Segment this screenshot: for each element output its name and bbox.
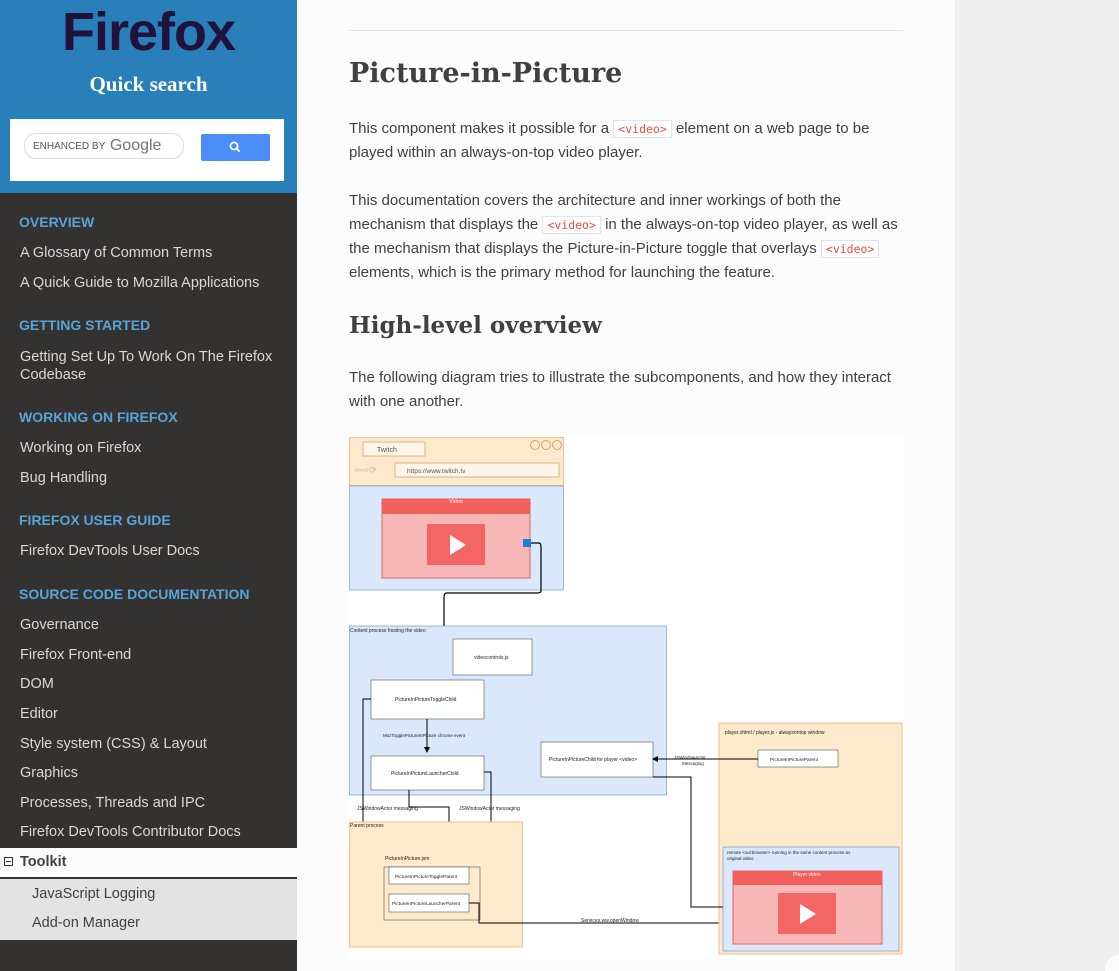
pip-parent-label: PictureInPictureParent: [770, 757, 819, 763]
launcher-parent-label: PictureInPictureLauncherParent: [392, 901, 461, 907]
nav-item-working-on-firefox[interactable]: Working on Firefox: [20, 439, 141, 457]
inline-code-video-3: <video>: [820, 240, 880, 258]
search-form: ENHANCED BY Google: [10, 119, 284, 181]
toolkit-subnav: JavaScript Logging Add-on Manager: [0, 879, 297, 940]
intro-paragraph: This component makes it possible for a <…: [349, 117, 909, 165]
nav-item-graphics[interactable]: Graphics: [20, 764, 78, 782]
moz-event-label: MozTogglePictureInPicture chrome event: [383, 733, 466, 738]
sidebar-header: Firefox Quick search ENHANCED BY Google: [0, 0, 297, 193]
messaging-label-2: JSWindowActor messaging: [459, 806, 520, 812]
subnav-item-javascript-logging[interactable]: JavaScript Logging: [32, 886, 155, 902]
nav-item-glossary[interactable]: A Glossary of Common Terms: [20, 244, 212, 262]
inline-code-video: <video>: [613, 120, 672, 138]
search-icon: [229, 141, 241, 153]
firefox-logo[interactable]: Firefox: [0, 0, 297, 64]
caption-overview: OVERVIEW: [19, 214, 95, 230]
caption-working-on-firefox: WORKING ON FIREFOX: [19, 409, 178, 425]
nav-item-toolkit-current[interactable]: Toolkit: [0, 848, 297, 877]
architecture-paragraph: This documentation covers the architectu…: [349, 189, 909, 285]
nav-item-style-system[interactable]: Style system (CSS) & Layout: [20, 735, 207, 753]
caption-user-guide: FIREFOX USER GUIDE: [19, 512, 171, 528]
open-window-label: Services.ww.openWindow: [581, 918, 639, 924]
page-title: Picture-in-Picture: [349, 58, 623, 89]
player-window-label: player.xhtml / player.js - alwaysontop w…: [725, 730, 825, 736]
launcher-child-label: PictureInPictureLauncherChild: [391, 771, 459, 777]
quick-search-heading: Quick search: [89, 72, 208, 96]
player-video-label: Player video: [793, 872, 821, 878]
remote-browser-label-b: original video: [727, 856, 754, 861]
nav-item-toolkit-label: Toolkit: [20, 854, 67, 870]
diagram-svg: Twitch ⇦⇨⟳ https://www.twitch.tv Video C…: [349, 437, 903, 955]
child-for-player-label: PictureInPictureChild for player <video>: [549, 757, 637, 763]
search-button[interactable]: [201, 134, 270, 161]
toggle-child-label: PictureInPictureToggleChild: [395, 697, 457, 703]
arch-text-c: elements, which is the primary method fo…: [349, 264, 776, 281]
video-label: Video: [449, 499, 463, 505]
nav-item-getting-set-up[interactable]: Getting Set Up To Work On The Firefox Co…: [20, 348, 285, 384]
diagram-intro-paragraph: The following diagram tries to illustrat…: [349, 369, 891, 410]
content-process-label: Content process hosting the video: [350, 628, 426, 634]
nav-item-processes[interactable]: Processes, Threads and IPC: [20, 794, 205, 812]
inline-code-video-2: <video>: [542, 216, 601, 234]
nav-item-front-end[interactable]: Firefox Front-end: [20, 646, 131, 664]
search-input[interactable]: ENHANCED BY Google: [24, 133, 184, 159]
sidebar: Firefox Quick search ENHANCED BY Google …: [0, 0, 297, 971]
nav-item-editor[interactable]: Editor: [20, 705, 58, 723]
nav-item-dom[interactable]: DOM: [20, 675, 54, 693]
nav-item-quick-guide[interactable]: A Quick Guide to Mozilla Applications: [20, 274, 259, 292]
nav-arrows-icon: ⇦⇨⟳: [354, 465, 377, 475]
parent-process-label: Parent process: [350, 823, 384, 829]
videocontrols-label: videocontrols.js: [474, 655, 509, 661]
nav-item-devtools-contributor[interactable]: Firefox DevTools Contributor Docs: [20, 823, 241, 841]
pip-jsm-label: PictureInPicture.jsm: [385, 856, 429, 862]
collapse-icon[interactable]: [4, 857, 13, 866]
caption-getting-started: GETTING STARTED: [19, 317, 151, 333]
architecture-diagram: Twitch ⇦⇨⟳ https://www.twitch.tv Video C…: [349, 437, 903, 959]
toggle-parent-label: PictureInPictureToggleParent: [395, 874, 458, 880]
caption-source-code: SOURCE CODE DOCUMENTATION: [19, 586, 250, 602]
section-heading-overview: High-level overview: [349, 312, 602, 339]
remote-browser-label-a: remote <xul:browser> running in the same…: [727, 850, 851, 855]
google-wordmark: Google: [109, 137, 162, 154]
messaging-label-3b: Messaging: [682, 761, 704, 766]
messaging-label-3a: JSWindowActor: [674, 755, 706, 760]
intro-text-a: This component makes it possible for a: [349, 120, 614, 137]
url-text: https://www.twitch.tv: [407, 468, 466, 475]
enhanced-by-label: ENHANCED BY: [33, 141, 106, 152]
nav-item-bug-handling[interactable]: Bug Handling: [20, 469, 107, 487]
subnav-item-addon-manager[interactable]: Add-on Manager: [32, 915, 140, 931]
nav-item-governance[interactable]: Governance: [20, 616, 99, 634]
divider: [349, 30, 903, 31]
browser-tab-label: Twitch: [377, 447, 397, 454]
right-margin-pane: [955, 0, 1119, 971]
nav-item-devtools-user-docs[interactable]: Firefox DevTools User Docs: [20, 542, 200, 560]
pip-toggle-icon: [523, 539, 531, 547]
